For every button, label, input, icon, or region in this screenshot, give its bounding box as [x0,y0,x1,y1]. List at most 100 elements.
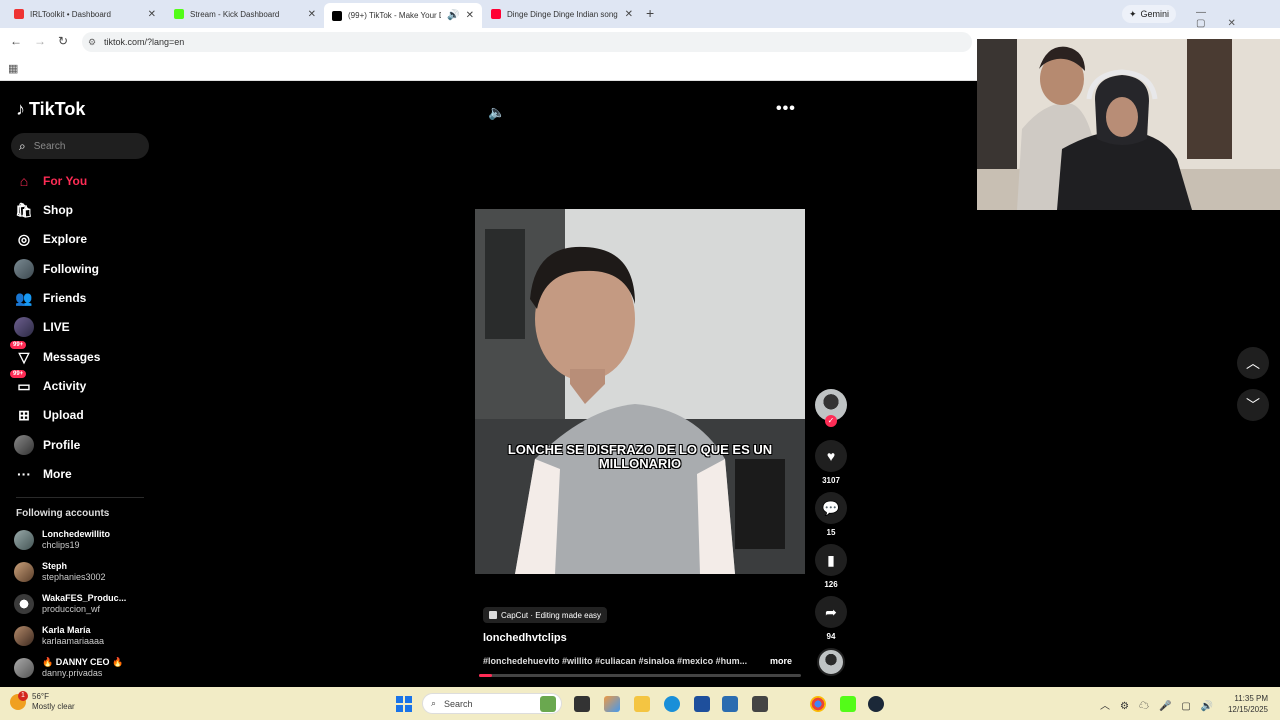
creator-avatar[interactable]: ✓ [815,389,847,427]
apps-grid-icon[interactable]: ▦ [8,62,18,75]
nav-profile[interactable]: Profile [14,434,80,456]
following-accounts-title: Following accounts [16,508,110,519]
gemini-sparkle-icon: ✦ [1129,8,1137,19]
task-view-icon[interactable] [574,696,590,712]
windows-start-icon[interactable] [396,696,412,712]
nav-messages[interactable]: ▽ 99+ Messages [10,341,100,368]
share-action[interactable]: ➦ 94 [815,596,847,641]
chevron-down-icon: ﹀ [1246,397,1260,413]
follow-check-icon[interactable]: ✓ [825,415,837,427]
copilot-icon[interactable] [604,696,620,712]
search-input[interactable]: ⌕ Search [11,133,149,159]
browser-tab[interactable]: Stream - Kick Dashboard ✕ [166,3,324,25]
site-info-icon[interactable]: ⚙ [88,32,96,52]
new-tab-button[interactable]: + [646,5,654,21]
chrome-icon[interactable] [810,696,826,712]
steam-icon[interactable] [868,696,884,712]
nav-label: For You [43,174,88,188]
comment-action[interactable]: 💬 15 [815,492,847,537]
tab-title: Dinge Dinge Dinge Indian song [507,9,618,19]
video-progress-bar[interactable] [479,674,801,677]
window-controls[interactable]: —▢✕ [1196,7,1280,29]
following-account-item[interactable]: Lonchedewillito chclips19 [14,529,110,551]
nav-more[interactable]: ··· More [14,463,72,485]
video-caption-overlay: LONCHE SE DISFRAZO DE LO QUE ES UN MILLO… [507,442,773,471]
back-arrow-icon[interactable]: ← [10,34,22,48]
account-name: Karla María [42,625,91,635]
account-handle: chclips19 [42,540,80,550]
nav-shop[interactable]: 🛍 Shop [14,199,73,221]
video-author[interactable]: lonchedhvtclips [483,632,567,644]
outlook-icon[interactable] [722,696,738,712]
close-tab-icon[interactable]: ✕ [308,9,316,20]
browser-tab-active[interactable]: (99+) TikTok - Make Your Day 🔊 ✕ [324,3,482,28]
account-handle: stephanies3002 [42,572,106,582]
tiktok-logo[interactable]: ♪ TikTok [16,99,85,120]
nav-live[interactable]: LIVE [14,316,70,338]
progress-fill [479,674,492,677]
tab-title: (99+) TikTok - Make Your Day [348,11,441,20]
share-icon[interactable]: ➦ [815,596,847,628]
volume-icon[interactable]: 🔈 [488,104,505,121]
description-more-button[interactable]: more [770,656,792,666]
close-tab-icon[interactable]: ✕ [625,9,633,20]
kick-app-icon[interactable] [840,696,856,712]
nav-explore[interactable]: ◎ Explore [14,228,87,250]
following-account-item[interactable]: 🔥 DANNY CEO 🔥 danny.privadas [14,657,123,679]
app-icon[interactable] [752,696,768,712]
profile-avatar-icon [14,435,34,455]
account-avatar [14,658,34,678]
browser-tab[interactable]: IRLToolkit • Dashboard ✕ [6,3,164,25]
forward-arrow-icon[interactable]: → [34,34,46,48]
following-account-item[interactable]: Karla María karlaamariaaaa [14,625,104,647]
following-account-item[interactable]: Steph stephanies3002 [14,561,106,583]
youtube-favicon-icon [491,9,501,19]
weather-widget[interactable]: 1 56°F Mostly clear [10,691,75,712]
tiktok-sidebar: ♪ TikTok ⌕ Search ⌂ For You 🛍 Shop ◎ Exp… [0,81,160,687]
close-tab-icon[interactable]: ✕ [466,10,474,21]
account-handle: produccion_wf [42,604,101,614]
share-count: 94 [826,632,836,641]
irltoolkit-favicon-icon [14,9,24,19]
save-action[interactable]: ▮ 126 [815,544,847,589]
bookmark-icon[interactable]: ▮ [815,544,847,576]
capcut-tag[interactable]: CapCut · Editing made easy [483,607,608,623]
previous-video-button[interactable]: ︿ [1237,347,1269,379]
nav-label: More [43,467,72,481]
search-icon: ⌕ [19,138,26,153]
file-explorer-icon[interactable] [634,696,650,712]
video-hashtags[interactable]: #lonchedehuevito #willito #culiacan #sin… [483,656,765,666]
following-account-item[interactable]: WakaFES_Produc... produccion_wf [14,593,126,615]
more-options-icon[interactable]: ••• [776,100,796,118]
nav-activity[interactable]: ▭ 99+ Activity [10,370,86,397]
store-icon[interactable] [694,696,710,712]
comment-icon[interactable]: 💬 [815,492,847,524]
taskbar-clock[interactable]: 11:35 PM 12/15/2025 [1222,693,1268,715]
nav-for-you[interactable]: ⌂ For You [14,170,87,192]
activity-icon: ▭ 99+ [10,370,34,396]
like-count: 3107 [822,476,840,485]
heart-icon[interactable]: ♥ [815,440,847,472]
url-text: tiktok.com/?lang=en [104,37,185,47]
widget-app-icon[interactable] [540,696,556,712]
browser-tab[interactable]: Dinge Dinge Dinge Indian song ✕ [483,3,641,25]
browser-tab-strip: IRLToolkit • Dashboard ✕ Stream - Kick D… [0,0,1280,29]
video-frame-image [475,209,805,574]
account-avatar [14,594,34,614]
nav-label: Profile [43,438,81,452]
close-tab-icon[interactable]: ✕ [148,9,156,20]
nav-friends[interactable]: 👥 Friends [14,287,86,309]
music-disc-icon[interactable] [817,648,845,676]
system-tray[interactable]: ︿⚙☁🎤▢🔊 [1100,697,1223,712]
capcut-icon [489,611,497,619]
like-action[interactable]: ♥ 3107 [815,440,847,485]
next-video-button[interactable]: ﹀ [1237,389,1269,421]
video-player[interactable]: LONCHE SE DISFRAZO DE LO QUE ES UN MILLO… [475,209,805,574]
nav-upload[interactable]: ⊞ Upload [14,404,84,426]
gemini-button[interactable]: ✦ Gemini [1122,5,1177,23]
nav-following[interactable]: Following [14,258,99,280]
reload-icon[interactable]: ↻ [58,34,68,48]
url-field[interactable]: ⚙ tiktok.com/?lang=en [82,32,972,52]
speaker-tab-icon[interactable]: 🔊 [447,10,459,21]
edge-icon[interactable] [664,696,680,712]
